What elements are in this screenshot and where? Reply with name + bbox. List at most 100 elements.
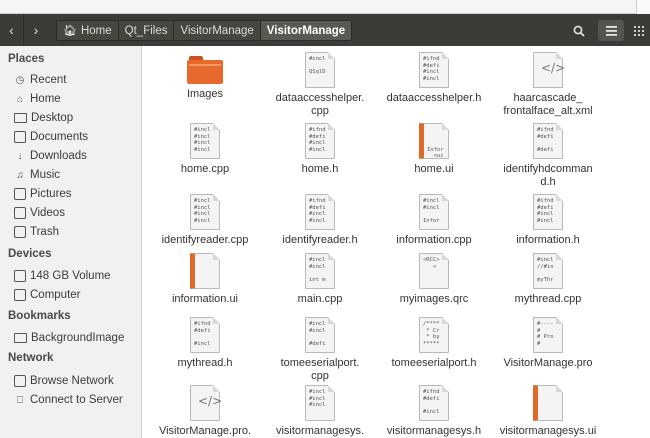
sidebar-item-recent[interactable]: ◷ Recent [14,71,67,89]
sidebar-section-network: Network [8,352,54,364]
sidebar-item-computer[interactable]: Computer [14,286,81,304]
sidebar-item-documents[interactable]: Documents [14,128,88,146]
sidebar-section-bookmarks: Bookmarks [8,310,71,322]
back-button[interactable]: ‹ [0,14,24,46]
file-item[interactable]: #incl QSqlD dataaccesshelper. cpp [261,52,379,118]
film-icon [14,207,26,219]
breadcrumb-qt-files[interactable]: Qt_Files [118,21,175,40]
file-item[interactable]: #ifnd #defi #incl #incl identifyreader.h [261,194,379,247]
file-name: mythread.h [177,357,233,369]
text-file-icon: /**** * Cr * by ***** [419,317,449,353]
document-icon [14,131,26,143]
sidebar-item-music[interactable]: ♫ Music [14,166,60,184]
file-name: myimages.qrc [399,293,469,305]
file-name: tomeeserialport.h [391,357,477,369]
file-preview-text: #ifnd #defi #incl #incl [309,198,326,224]
file-item[interactable]: information.ui [146,253,264,306]
file-name: visitormanagesys.ui [499,425,597,437]
file-item[interactable]: #incl #incl #incl #incl home.cpp [146,123,264,176]
breadcrumb-label: Home [80,24,112,37]
file-item[interactable]: #incl #incl int m main.cpp [261,253,379,306]
window-top-strip [0,0,650,14]
file-item[interactable]: #ifnd #defi #incl visitormanagesys.h [375,385,493,438]
text-file-icon: #incl QSqlD [305,52,335,88]
view-toggle-button[interactable] [626,20,650,41]
folder-icon [187,56,223,84]
breadcrumb-visitormanage-parent[interactable]: VisitorManage [174,21,261,40]
file-preview-text: #incl #incl #defi [309,321,326,347]
sidebar-item-label: Trash [30,226,59,238]
hamburger-menu-icon [605,25,617,36]
text-file-icon: #ifnd #defi #incl [190,317,220,353]
text-file-icon: #ifnd #defi #incl #incl [305,194,335,230]
sidebar-section-devices: Devices [8,248,52,260]
file-item[interactable]: <RCC> < myimages.qrc [375,253,493,306]
ui-file-icon [533,385,563,421]
file-item[interactable]: visitormanagesys.ui [489,385,607,438]
text-file-icon: #incl #incl #incl #incl [190,194,220,230]
file-preview-text: #incl #incl #incl #incl [194,127,211,153]
file-item[interactable]: Infor <ui home.ui [375,123,493,176]
file-item[interactable]: #incl #incl #incl #incl identifyreader.cp… [146,194,264,247]
file-preview-text: #incl #incl int m [309,257,326,283]
sidebar-item-label: Music [30,169,61,181]
sidebar-item-label: Documents [30,131,89,143]
sidebar-item-label: Pictures [30,188,72,200]
search-button[interactable] [566,20,592,41]
file-item[interactable]: #ifnd #defi #incl #incl information.h [489,194,607,247]
sidebar-section-places: Places [8,53,45,65]
file-name: identifyhdcomman d.h [503,163,593,188]
file-item[interactable]: #incl #incl #incl visitormanagesys. [261,385,379,438]
file-name: home.ui [414,163,454,175]
breadcrumb-label: VisitorManage [180,24,254,37]
music-note-icon: ♫ [16,169,24,181]
text-file-icon: #ifnd #defi #incl [419,385,449,421]
file-preview-text: #incl //#in myThr [537,257,554,283]
menu-button[interactable] [598,20,624,41]
sidebar-item-videos[interactable]: Videos [14,204,65,222]
home-icon: ⌂ [16,93,24,105]
file-item[interactable]: #incl #incl Infor information.cpp [375,194,493,247]
sidebar-item-trash[interactable]: Trash [14,223,59,241]
sidebar-item-pictures[interactable]: Pictures [14,185,72,203]
file-name: information.ui [171,293,239,305]
text-file-icon: #ifnd #defi #incl #incl [305,123,335,159]
file-item[interactable]: #incl #incl #defi tomeeserialport. cpp [261,317,379,383]
sidebar-item-downloads[interactable]: ↓ Downloads [14,147,87,165]
breadcrumb-label: VisitorManage [266,24,346,37]
forward-button[interactable]: › [24,14,48,46]
picture-icon [14,188,26,200]
file-item[interactable]: #ifnd #defi #incl #incl dataaccesshelper.… [375,52,493,105]
file-item[interactable]: </> haarcascade_ frontalface_alt.xml [489,52,607,118]
file-item[interactable]: /**** * Cr * by ***** tomeeserialport.h [375,317,493,370]
file-item[interactable]: #ifnd #defi #incl mythread.h [146,317,264,370]
sidebar: Places ◷ Recent ⌂ Home Desktop Documents ↓… [0,46,142,438]
file-item[interactable]: #ifnd #defi #defi identifyhdcomman d.h [489,123,607,189]
file-name: visitormanagesys.h [386,425,482,437]
sidebar-item-volume[interactable]: 148 GB Volume [14,267,111,285]
file-item[interactable]: #ifnd #defi #incl #incl home.h [261,123,379,176]
file-item[interactable]: </> VisitorManage.pro. [146,385,264,438]
file-name: dataaccesshelper. cpp [275,92,365,117]
file-item[interactable]: #---- # # Pro # VisitorManage.pro [489,317,607,370]
file-preview-text: #ifnd #defi #incl [423,389,440,415]
file-name: home.h [301,163,339,175]
file-name: information.cpp [396,234,472,246]
sidebar-item-backgroundimage[interactable]: BackgroundImage [14,329,124,347]
sidebar-item-browse-network[interactable]: Browse Network [14,372,114,390]
file-preview-text: #ifnd #defi #incl [194,321,211,347]
breadcrumb-visitormanage-current[interactable]: VisitorManage [260,21,352,40]
file-item[interactable]: Images [146,52,264,101]
file-name: identifyreader.cpp [161,234,249,246]
file-name: identifyreader.h [282,234,358,246]
breadcrumb-home[interactable]: 🏠︎ Home [57,21,119,40]
file-preview-text: #incl QSqlD [309,56,326,75]
sidebar-item-home[interactable]: ⌂ Home [14,90,61,108]
text-file-icon: #ifnd #defi #defi [533,123,563,159]
network-icon [14,375,26,387]
grid-view-icon [634,25,644,36]
sidebar-item-desktop[interactable]: Desktop [14,109,73,127]
file-item[interactable]: #incl //#in myThr mythread.cpp [489,253,607,306]
xml-file-icon: </> [190,385,222,421]
sidebar-item-connect-to-server[interactable]: ⎕ Connect to Server [14,391,123,409]
